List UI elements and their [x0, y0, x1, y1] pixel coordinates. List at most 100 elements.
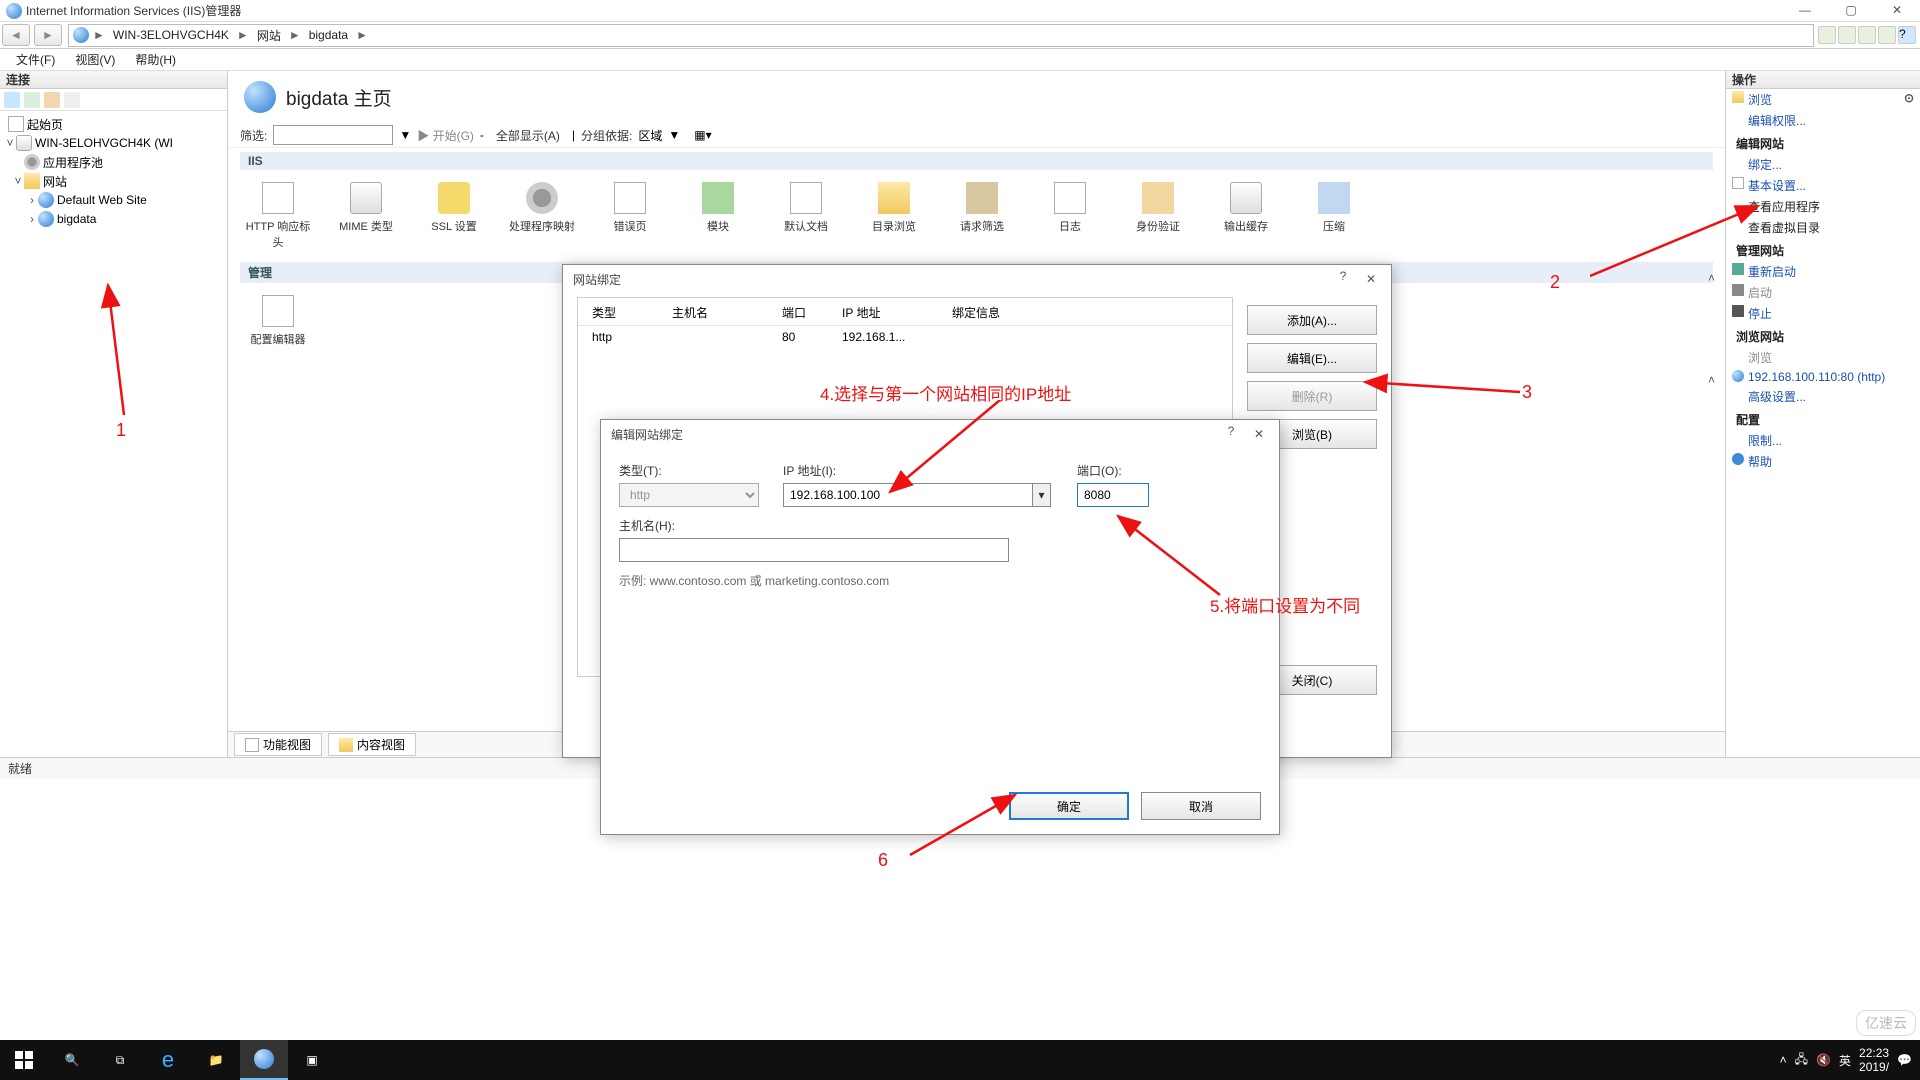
filter-label: 筛选:	[240, 127, 267, 144]
tray-notifications-icon[interactable]: 💬	[1897, 1053, 1912, 1067]
section-config: 配置	[1726, 407, 1920, 430]
minimize-button[interactable]: —	[1782, 0, 1828, 22]
feature-logging[interactable]: 日志	[1036, 182, 1104, 250]
taskview-button[interactable]: ⧉	[96, 1040, 144, 1080]
menu-view[interactable]: 视图(V)	[65, 51, 125, 68]
feature-ssl[interactable]: SSL 设置	[420, 182, 488, 250]
feature-mime[interactable]: MIME 类型	[332, 182, 400, 250]
add-binding-button[interactable]: 添加(A)...	[1247, 305, 1377, 335]
action-basic-settings[interactable]: 基本设置...	[1726, 175, 1920, 196]
dialog-close-button[interactable]: ✕	[1245, 424, 1273, 444]
stop-icon[interactable]	[64, 92, 80, 108]
binding-row[interactable]: http 80 192.168.1...	[578, 326, 1232, 348]
feature-dirbrowse[interactable]: 目录浏览	[860, 182, 928, 250]
tray-ime[interactable]: 英	[1839, 1052, 1851, 1069]
taskbar: 🔍 ⧉ e 📁 ▣ ˄ 🖧 🔇 英 22:23 2019/ 💬	[0, 1040, 1920, 1080]
tree-server[interactable]: ˅WIN-3ELOHVGCH4K (WI	[4, 134, 227, 152]
tree-start-page[interactable]: 起始页	[4, 115, 227, 133]
breadcrumb-current[interactable]: bigdata	[305, 28, 352, 42]
search-button[interactable]: 🔍	[48, 1040, 96, 1080]
start-button[interactable]	[0, 1040, 48, 1080]
explorer-icon[interactable]: 📁	[192, 1040, 240, 1080]
tree-default-site[interactable]: ›Default Web Site	[4, 191, 227, 209]
refresh-icon[interactable]	[44, 92, 60, 108]
breadcrumb-icon	[73, 27, 89, 43]
action-help[interactable]: 帮助	[1726, 451, 1920, 472]
view-mode-button[interactable]: ▦▾	[694, 128, 711, 142]
save-icon[interactable]	[24, 92, 40, 108]
action-view-vdirs[interactable]: 查看虚拟目录	[1726, 217, 1920, 238]
collapse-icon[interactable]: ˄	[1708, 373, 1715, 387]
show-all-button[interactable]: 全部显示(A)	[490, 127, 566, 144]
ip-dropdown-button[interactable]: ▾	[1033, 483, 1051, 507]
iis-taskbar-icon[interactable]	[240, 1040, 288, 1080]
breadcrumb[interactable]: ► WIN-3ELOHVGCH4K ► 网站 ► bigdata ►	[68, 24, 1814, 47]
connections-header: 连接	[0, 71, 227, 89]
remove-binding-button[interactable]: 删除(R)	[1247, 381, 1377, 411]
tray-chevron-icon[interactable]: ˄	[1780, 1053, 1787, 1067]
action-stop[interactable]: 停止	[1726, 303, 1920, 324]
tab-content[interactable]: 内容视图	[328, 733, 416, 756]
feature-auth[interactable]: 身份验证	[1124, 182, 1192, 250]
maximize-button[interactable]: ▢	[1828, 0, 1874, 22]
feature-error[interactable]: 错误页	[596, 182, 664, 250]
breadcrumb-server[interactable]: WIN-3ELOHVGCH4K	[109, 28, 233, 42]
feature-reqfilter[interactable]: 请求筛选	[948, 182, 1016, 250]
collapse-icon[interactable]: ˄	[1708, 271, 1715, 285]
tab-features[interactable]: 功能视图	[234, 733, 322, 756]
feature-config-editor[interactable]: 配置编辑器	[244, 295, 312, 347]
toolbar-icon[interactable]	[1838, 26, 1856, 44]
groupby-label: 分组依据:	[581, 127, 632, 144]
action-bindings[interactable]: 绑定...	[1726, 154, 1920, 175]
dialog-close-button[interactable]: ✕	[1357, 269, 1385, 289]
col-info: 绑定信息	[952, 304, 1218, 321]
tray-clock[interactable]: 22:23 2019/	[1859, 1046, 1889, 1074]
menu-help[interactable]: 帮助(H)	[125, 51, 186, 68]
dialog-help-button[interactable]: ?	[1219, 424, 1243, 438]
binding-host-input[interactable]	[619, 538, 1009, 562]
action-advanced[interactable]: 高级设置...	[1726, 386, 1920, 407]
feature-http-headers[interactable]: HTTP 响应标头	[244, 182, 312, 250]
toolbar-icon[interactable]	[1818, 26, 1836, 44]
help-icon[interactable]: ?	[1898, 26, 1916, 44]
tray-volume-icon[interactable]: 🔇	[1816, 1053, 1831, 1067]
action-explore[interactable]: 浏览	[1726, 89, 1920, 110]
go-button[interactable]: ▶ 开始(G)	[417, 127, 474, 144]
dialog-help-button[interactable]: ?	[1331, 269, 1355, 283]
feature-outputcache[interactable]: 输出缓存	[1212, 182, 1280, 250]
binding-port-input[interactable]	[1077, 483, 1149, 507]
cmd-icon[interactable]: ▣	[288, 1040, 336, 1080]
tray-network-icon[interactable]: 🖧	[1795, 1050, 1808, 1071]
app-icon	[6, 3, 22, 19]
feature-handler[interactable]: 处理程序映射	[508, 182, 576, 250]
tree-sites[interactable]: ˅网站	[4, 172, 227, 190]
nav-back-button[interactable]: ◄	[2, 24, 30, 46]
toolbar-icon[interactable]	[1858, 26, 1876, 44]
tree-app-pools[interactable]: 应用程序池	[4, 153, 227, 171]
action-view-apps[interactable]: 查看应用程序	[1726, 196, 1920, 217]
feature-compression[interactable]: 压缩	[1300, 182, 1368, 250]
toolbar-icon[interactable]	[1878, 26, 1896, 44]
ie-icon[interactable]: e	[144, 1040, 192, 1080]
ok-button[interactable]: 确定	[1009, 792, 1129, 820]
binding-ip-input[interactable]	[783, 483, 1033, 507]
groupby-value[interactable]: 区域	[638, 127, 662, 144]
cancel-button[interactable]: 取消	[1141, 792, 1261, 820]
action-browse-url[interactable]: 192.168.100.110:80 (http)	[1726, 368, 1920, 386]
menu-file[interactable]: 文件(F)	[6, 51, 65, 68]
window-title: Internet Information Services (IIS)管理器	[26, 2, 241, 19]
feature-modules[interactable]: 模块	[684, 182, 752, 250]
filter-input[interactable]	[273, 125, 393, 145]
connect-icon[interactable]	[4, 92, 20, 108]
connections-pane: 连接 起始页 ˅WIN-3ELOHVGCH4K (WI 应用程序池 ˅网站 ›D…	[0, 71, 228, 757]
action-limits[interactable]: 限制...	[1726, 430, 1920, 451]
close-button[interactable]: ✕	[1874, 0, 1920, 22]
edit-binding-button[interactable]: 编辑(E)...	[1247, 343, 1377, 373]
nav-forward-button[interactable]: ►	[34, 24, 62, 46]
actions-pane: 操作 浏览 编辑权限... 编辑网站 绑定... 基本设置... 查看应用程序 …	[1725, 71, 1920, 757]
action-restart[interactable]: 重新启动	[1726, 261, 1920, 282]
tree-bigdata-site[interactable]: ›bigdata	[4, 210, 227, 228]
feature-defaultdoc[interactable]: 默认文档	[772, 182, 840, 250]
breadcrumb-sites[interactable]: 网站	[253, 27, 285, 44]
action-edit-permissions[interactable]: 编辑权限...	[1726, 110, 1920, 131]
